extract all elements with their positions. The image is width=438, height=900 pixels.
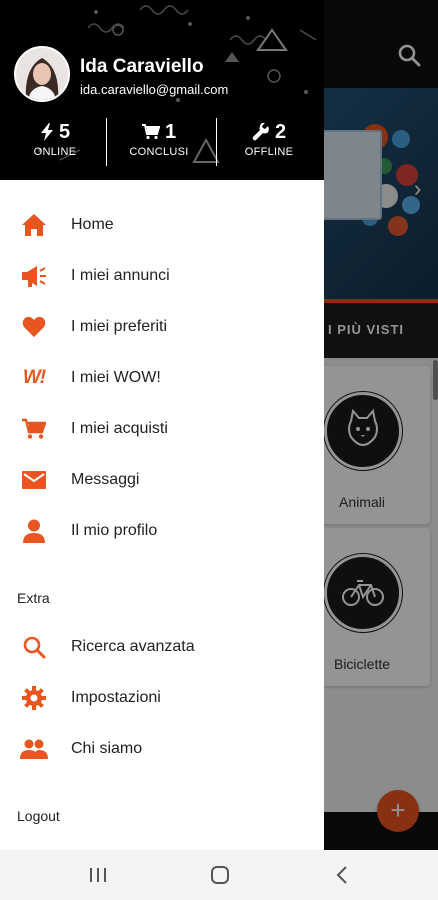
section-title-extra: Extra [17,590,50,606]
heart-icon [19,312,49,342]
stat-completed[interactable]: 1 CONCLUSI [109,120,209,159]
menu-item-favorites[interactable]: I miei preferiti [0,305,324,349]
menu-item-label: Messaggi [71,471,140,488]
wow-icon: W! [19,363,49,393]
menu-item-purchases[interactable]: I miei acquisti [0,407,324,451]
user-name: Ida Caraviello [80,56,204,77]
cart-icon [141,124,160,140]
stat-online[interactable]: 5 ONLINE [5,120,105,159]
person-icon [19,516,49,546]
menu-item-label: Home [71,216,114,233]
stat-value: 2 [274,120,287,143]
cart-icon [19,414,49,444]
menu-item-label: I miei acquisti [71,420,168,437]
bolt-icon [40,123,53,141]
menu-item-advanced-search[interactable]: Ricerca avanzata [0,625,324,669]
menu-item-label: Impostazioni [71,689,161,706]
envelope-icon [19,465,49,495]
stat-label: ONLINE [33,146,77,158]
menu-item-label: I miei annunci [71,267,170,284]
divider [106,118,107,166]
home-button-icon[interactable] [200,862,240,888]
divider [216,118,217,166]
menu-item-home[interactable]: Home [0,203,324,247]
stat-value: 1 [164,120,177,143]
drawer-header: Ida Caraviello ida.caraviello@gmail.com … [0,0,324,180]
stat-label: CONCLUSI [129,146,189,158]
wow-icon-text: W! [22,367,46,388]
megaphone-icon [19,261,49,291]
menu-item-my-ads[interactable]: I miei annunci [0,254,324,298]
avatar[interactable] [14,46,70,102]
menu-item-settings[interactable]: Impostazioni [0,676,324,720]
stat-label: OFFLINE [244,146,294,158]
people-icon [19,734,49,764]
system-navigation-bar [0,850,438,900]
navigation-drawer: Ida Caraviello ida.caraviello@gmail.com … [0,0,324,850]
wrench-icon [252,123,269,141]
recent-apps-icon[interactable] [78,862,118,888]
menu-item-label: I miei WOW! [71,369,161,386]
user-email: ida.caraviello@gmail.com [80,82,229,97]
search-icon [19,632,49,662]
menu-item-messages[interactable]: Messaggi [0,458,324,502]
back-icon[interactable] [322,862,362,888]
menu-item-profile[interactable]: Il mio profilo [0,509,324,553]
menu-item-about-us[interactable]: Chi siamo [0,727,324,771]
menu-item-label: Il mio profilo [71,522,158,539]
stat-value: 5 [58,120,71,143]
logout-button[interactable]: Logout [17,808,60,824]
menu-item-label: Chi siamo [71,740,143,757]
gear-icon [19,683,49,713]
menu-item-wow[interactable]: W! I miei WOW! [0,356,324,400]
menu-item-label: I miei preferiti [71,318,168,335]
menu-item-label: Ricerca avanzata [71,638,195,655]
stat-offline[interactable]: 2 OFFLINE [219,120,319,159]
home-icon [19,210,49,240]
